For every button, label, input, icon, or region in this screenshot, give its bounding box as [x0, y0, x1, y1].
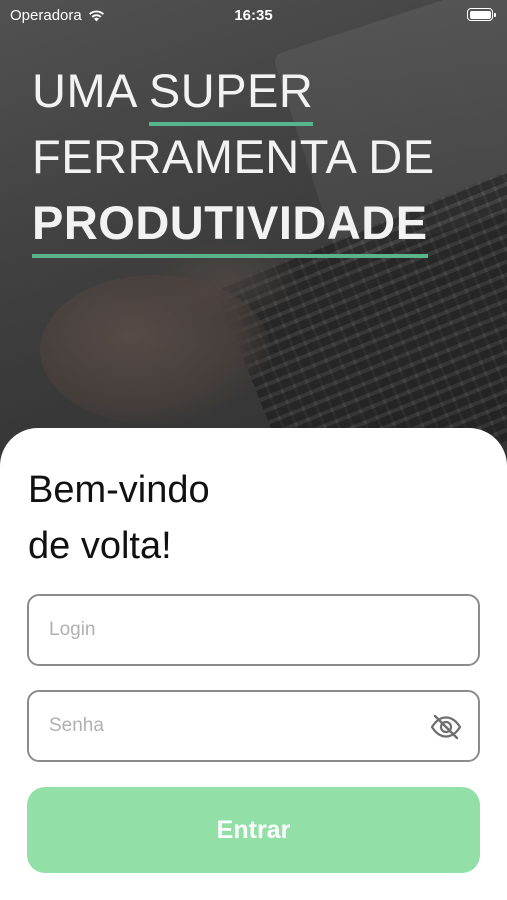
hero-headline: UMA SUPER FERRAMENTA DE PRODUTIVIDADE [32, 58, 435, 258]
battery-nub [494, 12, 496, 17]
login-input[interactable] [49, 596, 429, 664]
eye-slash-icon[interactable] [430, 714, 462, 740]
welcome-title: Bem-vindo de volta! [28, 462, 210, 574]
battery-icon [467, 8, 496, 21]
submit-button[interactable]: Entrar [27, 787, 480, 873]
status-bar: Operadora 16:35 [0, 0, 507, 30]
headline-line-3: PRODUTIVIDADE [32, 190, 435, 258]
headline-line-1: UMA SUPER [32, 58, 435, 126]
status-time: 16:35 [234, 7, 273, 24]
battery-level [469, 10, 491, 19]
login-sheet: Bem-vindo de volta! Entrar [0, 428, 507, 900]
password-input[interactable] [49, 692, 429, 760]
headline-word-produtividade: PRODUTIVIDADE [32, 190, 428, 258]
welcome-line-1: Bem-vindo [28, 469, 210, 511]
login-field[interactable] [27, 594, 480, 666]
password-field[interactable] [27, 690, 480, 762]
welcome-line-2: de volta! [28, 525, 172, 567]
headline-line-2: FERRAMENTA DE [32, 130, 435, 183]
headline-word-super: SUPER [148, 58, 314, 126]
headline-word-uma: UMA [32, 64, 149, 117]
